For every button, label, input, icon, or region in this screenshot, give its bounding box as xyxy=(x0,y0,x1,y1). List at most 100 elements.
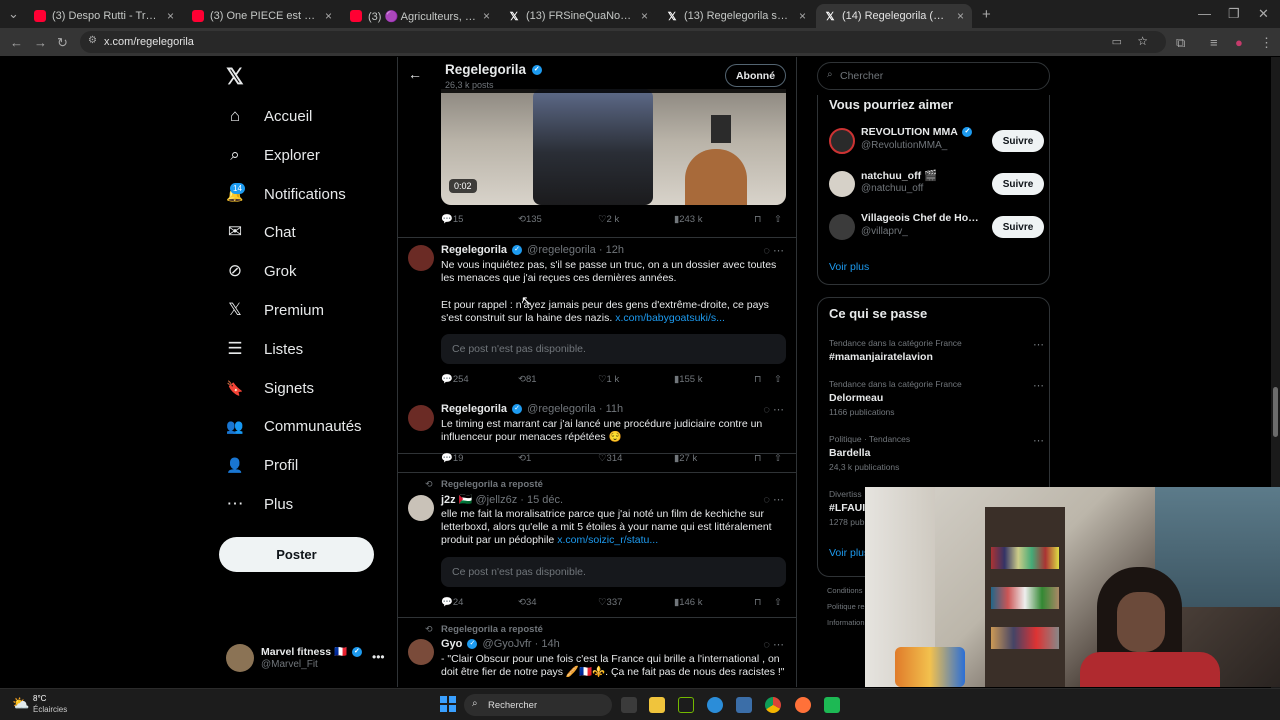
browser-tab[interactable]: (3) 🟣 Agriculteurs, vote du bu× xyxy=(342,4,498,28)
window-close-icon[interactable]: ✕ xyxy=(1258,6,1269,22)
x-logo-icon[interactable]: 𝕏 xyxy=(226,64,244,90)
menu-icon[interactable]: ⋮ xyxy=(1260,35,1273,51)
repost-button[interactable]: ⟲ 135 xyxy=(518,214,542,225)
tweet[interactable]: Regelegorila ✓ @regelegorila · 11h ◌ ⋯ L… xyxy=(398,397,796,473)
nav-item-profile[interactable]: 👤 Profil xyxy=(224,447,298,483)
bookmark-icon[interactable]: ⊓ xyxy=(754,453,761,464)
search-input[interactable]: ⌕ Chercher xyxy=(817,62,1050,90)
browser-tab[interactable]: 𝕏(13) FRSineQuaNon sur X : "@T× xyxy=(500,4,656,28)
reply-button[interactable]: 💬 254 xyxy=(441,374,469,385)
like-button[interactable]: ♡ 2 k xyxy=(598,214,619,225)
footer-link[interactable]: Information xyxy=(827,615,865,631)
trend-item[interactable]: Tendance dans la catégorie France Delorm… xyxy=(829,379,1044,417)
cast-icon[interactable]: ▭ xyxy=(1112,35,1122,48)
close-icon[interactable]: × xyxy=(957,9,964,23)
more-icon[interactable]: ••• xyxy=(372,650,385,664)
nav-item-notifications[interactable]: 🔔Notifications xyxy=(224,176,345,212)
maximize-icon[interactable]: ❐ xyxy=(1228,6,1240,22)
more-icon[interactable]: ◌ ⋯ xyxy=(763,638,784,651)
nav-item-more[interactable]: ⋯ Plus xyxy=(224,486,294,522)
tweet-author[interactable]: Regelegorila xyxy=(441,403,507,415)
nav-item-home[interactable]: ⌂ Accueil xyxy=(224,98,313,134)
avatar[interactable] xyxy=(408,495,434,521)
star-icon[interactable]: ☆ xyxy=(1137,34,1148,48)
windows-start-icon[interactable] xyxy=(440,696,456,712)
close-icon[interactable]: × xyxy=(167,9,174,23)
more-icon[interactable]: ⋯ xyxy=(1033,338,1044,351)
weather-icon[interactable]: ⛅ xyxy=(12,695,29,712)
follow-button[interactable]: Suivre xyxy=(992,130,1044,152)
follow-button[interactable]: Suivre xyxy=(992,173,1044,195)
new-tab-icon[interactable]: + xyxy=(982,6,991,23)
media-icon[interactable]: ≡ xyxy=(1210,35,1218,50)
task-view-icon[interactable] xyxy=(621,697,637,713)
chrome-icon[interactable] xyxy=(765,697,781,713)
views-button[interactable]: ▮ 146 k xyxy=(674,597,702,608)
bookmark-icon[interactable]: ⊓ xyxy=(754,374,761,385)
footer-link[interactable]: Politique re xyxy=(827,599,865,615)
nav-item-communities[interactable]: 👥 Communautés xyxy=(224,408,361,444)
reload-icon[interactable]: ↻ xyxy=(57,35,68,51)
nav-item-chat[interactable]: ✉ Chat xyxy=(224,214,296,250)
profile-icon[interactable]: ● xyxy=(1235,35,1243,50)
nav-item-grok[interactable]: ⊘ Grok xyxy=(224,253,297,289)
post-button[interactable]: Poster xyxy=(219,537,374,572)
avatar[interactable] xyxy=(408,639,434,665)
see-more-link[interactable]: Voir plus xyxy=(829,261,869,273)
account-switcher[interactable]: Marvel fitness 🇫🇷 ✓ @Marvel_Fit ••• xyxy=(226,644,396,676)
like-button[interactable]: ♡ 1 k xyxy=(598,374,619,385)
tweet-link[interactable]: x.com/soizic_r/statu... xyxy=(557,534,658,546)
url-field[interactable]: ⚙ x.com/regelegorila ▭ ☆ xyxy=(80,31,1166,53)
share-icon[interactable]: ⇧ xyxy=(774,374,782,385)
tweet-author[interactable]: Regelegorila xyxy=(441,244,507,256)
trend-item[interactable]: Politique · Tendances Bardella 24,3 k pu… xyxy=(829,434,1044,472)
tweet-author[interactable]: Gyo xyxy=(441,638,462,650)
nav-item-bookmarks[interactable]: 🔖 Signets xyxy=(224,370,314,406)
browser-tab[interactable]: 𝕏(13) Regelegorila sur X : "Moins× xyxy=(658,4,814,28)
share-icon[interactable]: ⇧ xyxy=(774,597,782,608)
scrollbar-thumb[interactable] xyxy=(1273,387,1278,437)
taskbar-search[interactable]: ⌕ Rechercher xyxy=(464,694,612,716)
close-icon[interactable]: × xyxy=(483,9,490,23)
nav-item-explore[interactable]: ⌕ Explorer xyxy=(224,137,320,173)
avatar[interactable] xyxy=(408,245,434,271)
following-button[interactable]: Abonné xyxy=(725,64,786,87)
file-explorer-icon[interactable] xyxy=(649,697,665,713)
repost-button[interactable]: ⟲ 1 xyxy=(518,453,531,464)
more-icon[interactable]: ◌ ⋯ xyxy=(763,493,784,506)
close-icon[interactable]: × xyxy=(641,9,648,23)
trend-item[interactable]: Tendance dans la catégorie France #maman… xyxy=(829,338,1044,363)
like-button[interactable]: ♡ 337 xyxy=(598,597,622,608)
nvidia-icon[interactable] xyxy=(678,697,694,713)
back-arrow-icon[interactable]: ← xyxy=(408,66,422,82)
edge-icon[interactable] xyxy=(707,697,723,713)
nav-item-lists[interactable]: ☰ Listes xyxy=(224,331,303,367)
more-icon[interactable]: ⋯ xyxy=(1033,379,1044,392)
store-icon[interactable] xyxy=(736,697,752,713)
browser-tab[interactable]: (3) Despo Rutti - Trashhh - You× xyxy=(26,4,182,28)
views-button[interactable]: ▮ 155 k xyxy=(674,374,702,385)
tab-search-icon[interactable]: ⌄ xyxy=(8,6,19,22)
suggestion-item[interactable]: Villageois Chef de Hoe... @villaprv_ Sui… xyxy=(829,211,1044,245)
repost-button[interactable]: ⟲ 81 xyxy=(518,374,537,385)
more-icon[interactable]: ⋯ xyxy=(1033,434,1044,447)
suggestion-item[interactable]: REVOLUTION MMA ✓ @RevolutionMMA_ Suivre xyxy=(829,125,1044,159)
avatar[interactable] xyxy=(408,405,434,431)
more-icon[interactable]: ◌ ⋯ xyxy=(763,403,784,416)
share-icon[interactable]: ⇧ xyxy=(774,214,782,225)
bookmark-icon[interactable]: ⊓ xyxy=(754,597,761,608)
extensions-icon[interactable]: ⧉ xyxy=(1176,35,1185,51)
reply-button[interactable]: 💬 15 xyxy=(441,214,463,225)
see-more-link[interactable]: Voir plus xyxy=(829,547,869,559)
close-icon[interactable]: × xyxy=(325,9,332,23)
app-icon[interactable] xyxy=(824,697,840,713)
nav-item-premium[interactable]: 𝕏 Premium xyxy=(224,292,324,328)
close-icon[interactable]: × xyxy=(799,9,806,23)
tweet[interactable]: ⟲ Regelegorila a reposté j2z 🇵🇸 @jellz6z… xyxy=(398,473,796,618)
forward-icon[interactable]: → xyxy=(34,35,47,50)
tweet-link[interactable]: x.com/babygoatsuki/s... xyxy=(615,312,725,324)
minimize-icon[interactable]: — xyxy=(1198,6,1211,21)
views-button[interactable]: ▮ 27 k xyxy=(674,453,697,464)
back-icon[interactable]: ← xyxy=(10,35,23,50)
video-player[interactable]: 0:02 xyxy=(441,89,786,205)
